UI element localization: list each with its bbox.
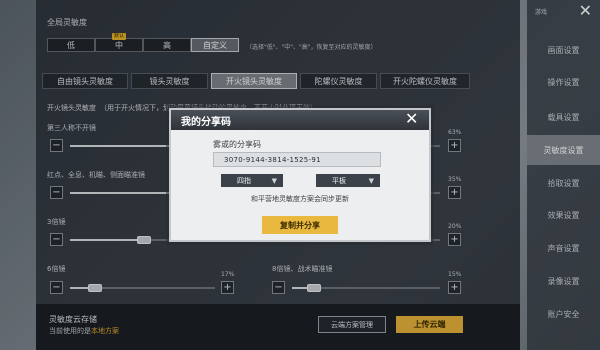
share-code-value: 3070-9144-3814-1525-91 <box>224 155 321 164</box>
dropdown-value: 四指 <box>237 176 251 185</box>
button-label: 复制并分享 <box>280 220 320 230</box>
chevron-down-icon: ▼ <box>368 176 374 185</box>
share-code-field[interactable]: 3070-9144-3814-1525-91 <box>213 152 381 167</box>
chevron-down-icon: ▼ <box>271 176 277 185</box>
finger-mode-dropdown[interactable]: 四指 ▼ <box>221 174 283 187</box>
close-icon[interactable]: ✕ <box>405 111 418 127</box>
dropdown-value: 平板 <box>332 176 346 185</box>
sync-note: 和平营地灵敏度方案会同步更新 <box>251 195 349 203</box>
share-code-dialog: 我的分享码 ✕ 雾或的分享码 3070-9144-3814-1525-91 四指… <box>169 108 431 242</box>
share-code-label: 雾或的分享码 <box>213 140 261 149</box>
dialog-header: 我的分享码 ✕ <box>171 110 429 130</box>
dialog-title: 我的分享码 <box>181 117 231 128</box>
device-dropdown[interactable]: 平板 ▼ <box>316 174 380 187</box>
copy-and-share-button[interactable]: 复制并分享 <box>262 216 338 234</box>
